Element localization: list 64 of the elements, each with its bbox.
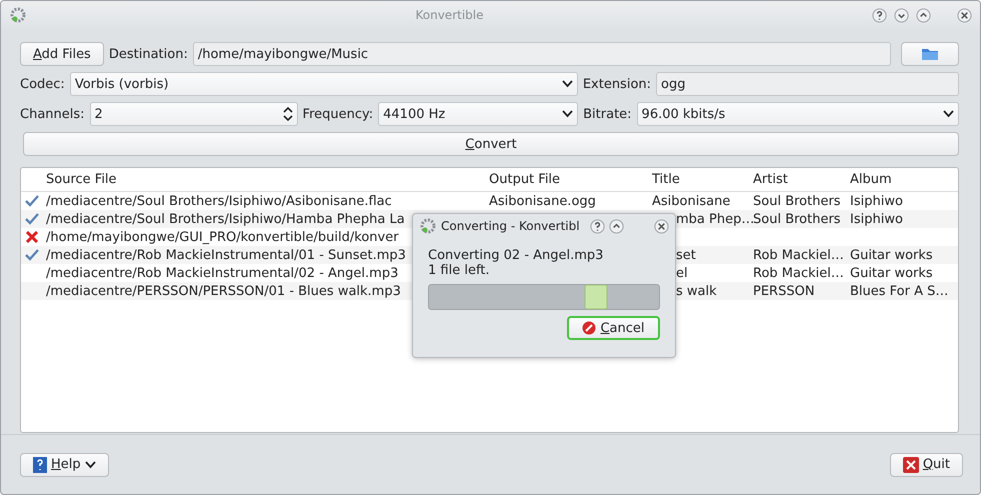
cancel-icon <box>582 321 596 335</box>
table-cell-text: Isiphiwo <box>849 194 903 208</box>
table-cell-text: /mediacentre/Rob MackieInstrumental/01 - Sunset.mp3 <box>45 248 406 262</box>
column-header[interactable]: Album <box>847 172 958 187</box>
add-files-button[interactable]: Add Files <box>20 42 104 66</box>
close-icon[interactable] <box>654 218 669 234</box>
table-cell-text: PERSSON <box>752 284 815 298</box>
quit-button[interactable]: Quit <box>890 452 963 476</box>
destination-label: Destination: <box>108 46 188 62</box>
table-cell-text: Isiphiwo <box>849 212 903 226</box>
extension-label: Extension: <box>582 76 652 92</box>
table-cell-text: /mediacentre/PERSSON/PERSSON/01 - Blues walk.mp3 <box>45 284 401 298</box>
maximize-icon[interactable] <box>609 218 624 234</box>
help-button[interactable]: Help <box>20 452 109 476</box>
table-cell: mba Phep… <box>676 212 754 226</box>
column-header[interactable]: Artist <box>750 172 847 187</box>
close-icon <box>902 456 919 472</box>
table-cell-text: Asibonisane.ogg <box>488 194 596 208</box>
caret-icon <box>84 460 96 468</box>
bitrate-label: Bitrate: <box>583 106 632 122</box>
help-icon[interactable] <box>590 218 605 234</box>
codec-label: Codec: <box>20 76 65 92</box>
gear-icon <box>9 6 27 24</box>
channels-label: Channels: <box>20 106 85 122</box>
extension-field[interactable]: ogg <box>656 72 959 96</box>
maximize-icon[interactable] <box>916 8 931 22</box>
table-cell-text: /home/mayibongwe/GUI_PRO/konvertible/build/konver <box>45 230 399 244</box>
column-header[interactable]: Output File <box>486 172 649 187</box>
table-cell-text: /mediacentre/Soul Brothers/Isiphiwo/Hamba Phepha La <box>45 212 405 226</box>
table-cell-text: Rob Mackiel… <box>752 266 844 280</box>
window-title: Konvertible <box>414 8 484 22</box>
table-cell-text: Guitar works <box>849 248 933 262</box>
spin-arrows-icon <box>282 106 293 122</box>
convert-button[interactable]: Convert <box>23 132 959 156</box>
codec-dropdown[interactable]: Vorbis (vorbis) <box>70 72 578 96</box>
column-header[interactable]: Source File <box>43 172 486 187</box>
table-cell: s walk <box>676 284 717 298</box>
minimize-icon[interactable] <box>894 8 909 22</box>
table-cell-text: Guitar works <box>849 266 933 280</box>
table-cell-text: Soul Brothers <box>752 194 841 208</box>
frequency-dropdown[interactable]: 44100 Hz <box>378 102 578 126</box>
destination-field[interactable]: /home/mayibongwe/Music <box>192 42 891 66</box>
folder-icon <box>921 47 939 61</box>
table-cell-text: /mediacentre/Rob MackieInstrumental/02 - Angel.mp3 <box>45 266 398 280</box>
browse-button[interactable] <box>901 42 959 66</box>
close-icon[interactable] <box>957 8 972 22</box>
dialog-title: Converting - Konvertibl <box>441 219 581 233</box>
table-cell-text: Soul Brothers <box>753 212 841 226</box>
gear-icon <box>419 217 437 235</box>
table-cell-text: Rob Mackiel… <box>752 248 844 262</box>
channels-spinbox[interactable]: 2 <box>90 102 298 126</box>
table-cell: set <box>676 248 696 262</box>
progress-message: Converting 02 - Angel.mp3 <box>428 248 604 263</box>
table-cell: el <box>676 266 688 280</box>
cancel-button[interactable]: Cancel <box>567 316 660 340</box>
help-icon[interactable] <box>872 8 887 22</box>
column-header[interactable]: Title <box>649 172 750 187</box>
table-cell-text: Asibonisane <box>651 194 730 208</box>
table-cell-text: Blues For A S… <box>849 284 948 298</box>
frequency-label: Frequency: <box>302 106 374 122</box>
table-cell-text: /mediacentre/Soul Brothers/Isiphiwo/Asibonisane.flac <box>45 194 392 208</box>
files-left-text: 1 file left. <box>428 263 491 278</box>
help-book-icon <box>33 456 47 472</box>
bitrate-dropdown[interactable]: 96.00 kbits/s <box>636 102 959 126</box>
